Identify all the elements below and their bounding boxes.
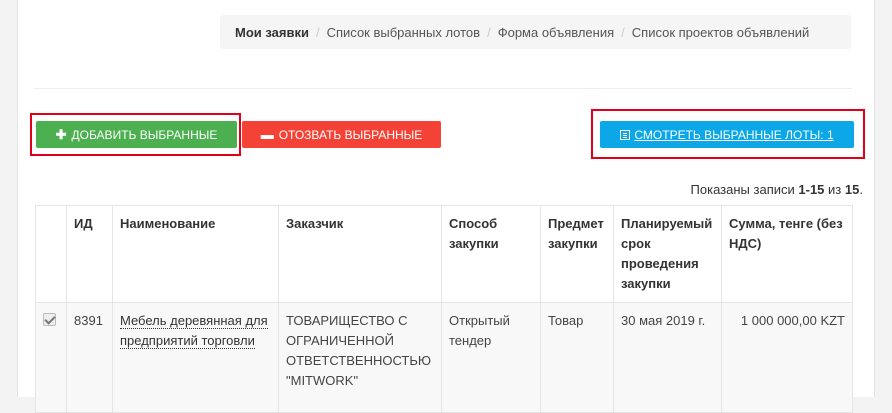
cell-customer: ТОВАРИЩЕСТВО С ОГРАНИЧЕННОЙ ОТВЕТСТВЕННО… <box>278 302 442 413</box>
records-of: из <box>828 182 842 197</box>
minus-icon: ▬ <box>260 127 274 142</box>
breadcrumb-separator: / <box>621 24 625 40</box>
records-range: 1-15 <box>798 182 825 197</box>
plus-icon: ✚ <box>55 126 67 142</box>
cell-sum: 1 000 000,00 KZT <box>721 302 853 413</box>
column-header-select <box>35 205 67 303</box>
records-summary: Показаны записи 1-15 из 15. <box>691 182 863 197</box>
cell-subject: Товар <box>540 302 614 413</box>
column-header-id[interactable]: ИД <box>66 205 113 303</box>
add-selected-button[interactable]: ✚ ДОБАВИТЬ ВЫБРАННЫЕ <box>36 121 237 148</box>
list-icon <box>620 129 631 140</box>
column-header-date[interactable]: Планируемый срок проведения закупки <box>613 205 722 303</box>
cell-select <box>35 302 67 413</box>
column-header-sum[interactable]: Сумма, тенге (без НДС) <box>721 205 853 303</box>
cell-name: Мебель деревянная для предприятий торгов… <box>112 302 279 413</box>
records-suffix: . <box>859 182 863 197</box>
add-selected-label: ДОБАВИТЬ ВЫБРАННЫЕ <box>71 127 218 142</box>
breadcrumb-item-my-applications[interactable]: Мои заявки <box>235 25 309 40</box>
breadcrumb-item-draft-list[interactable]: Список проектов объявлений <box>632 25 810 40</box>
lot-name-link[interactable]: Мебель деревянная для предприятий торгов… <box>120 313 268 349</box>
divider <box>34 88 852 89</box>
lots-table: ИД Наименование Заказчик Способ закупки … <box>35 205 853 413</box>
cell-method: Открытый тендер <box>441 302 541 413</box>
table-row: 8391 Мебель деревянная для предприятий т… <box>35 302 853 413</box>
table-header-row: ИД Наименование Заказчик Способ закупки … <box>35 205 853 303</box>
cell-id: 8391 <box>66 302 113 413</box>
column-header-subject[interactable]: Предмет закупки <box>540 205 614 303</box>
column-header-method[interactable]: Способ закупки <box>441 205 541 303</box>
row-checkbox[interactable] <box>43 313 56 326</box>
view-selected-lots-button[interactable]: СМОТРЕТЬ ВЫБРАННЫЕ ЛОТЫ: 1 <box>600 121 854 148</box>
breadcrumb: Мои заявки / Список выбранных лотов / Фо… <box>220 15 851 49</box>
breadcrumb-separator: / <box>487 24 491 40</box>
view-selected-lots-label: СМОТРЕТЬ ВЫБРАННЫЕ ЛОТЫ: 1 <box>634 127 834 142</box>
records-total: 15 <box>844 182 860 197</box>
cell-date: 30 мая 2019 г. <box>613 302 722 413</box>
column-header-name[interactable]: Наименование <box>112 205 279 303</box>
breadcrumb-separator: / <box>315 24 320 40</box>
breadcrumb-item-announcement-form[interactable]: Форма объявления <box>498 25 614 40</box>
revoke-selected-button[interactable]: ▬ ОТОЗВАТЬ ВЫБРАННЫЕ <box>242 121 441 148</box>
column-header-customer[interactable]: Заказчик <box>278 205 442 303</box>
revoke-selected-label: ОТОЗВАТЬ ВЫБРАННЫЕ <box>278 127 423 142</box>
records-prefix: Показаны записи <box>690 182 795 197</box>
breadcrumb-item-selected-lots[interactable]: Список выбранных лотов <box>327 25 480 40</box>
